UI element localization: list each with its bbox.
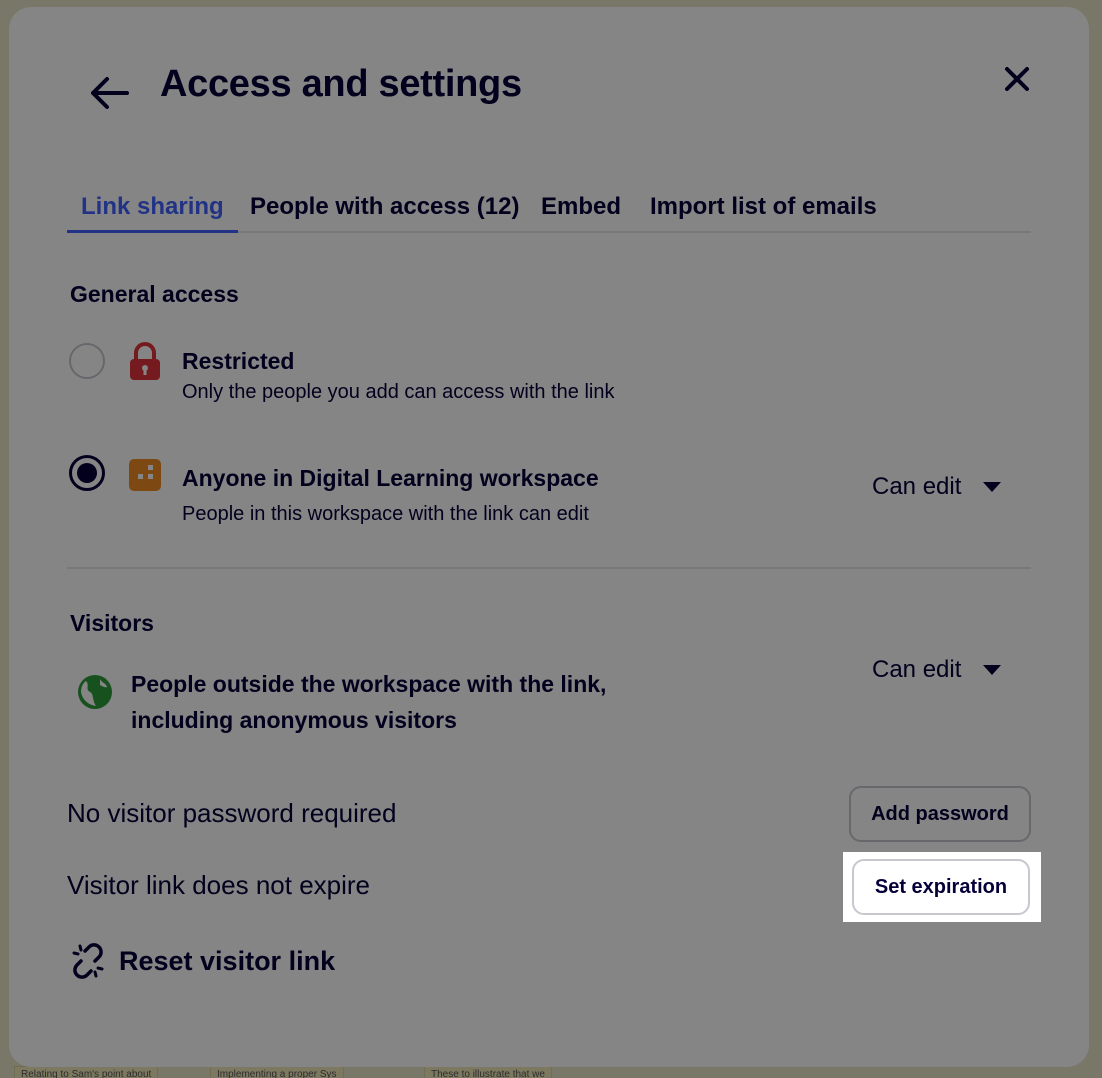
set-expiration-button[interactable]: Set expiration	[852, 859, 1030, 915]
highlight-spot: Set expiration	[843, 852, 1041, 922]
